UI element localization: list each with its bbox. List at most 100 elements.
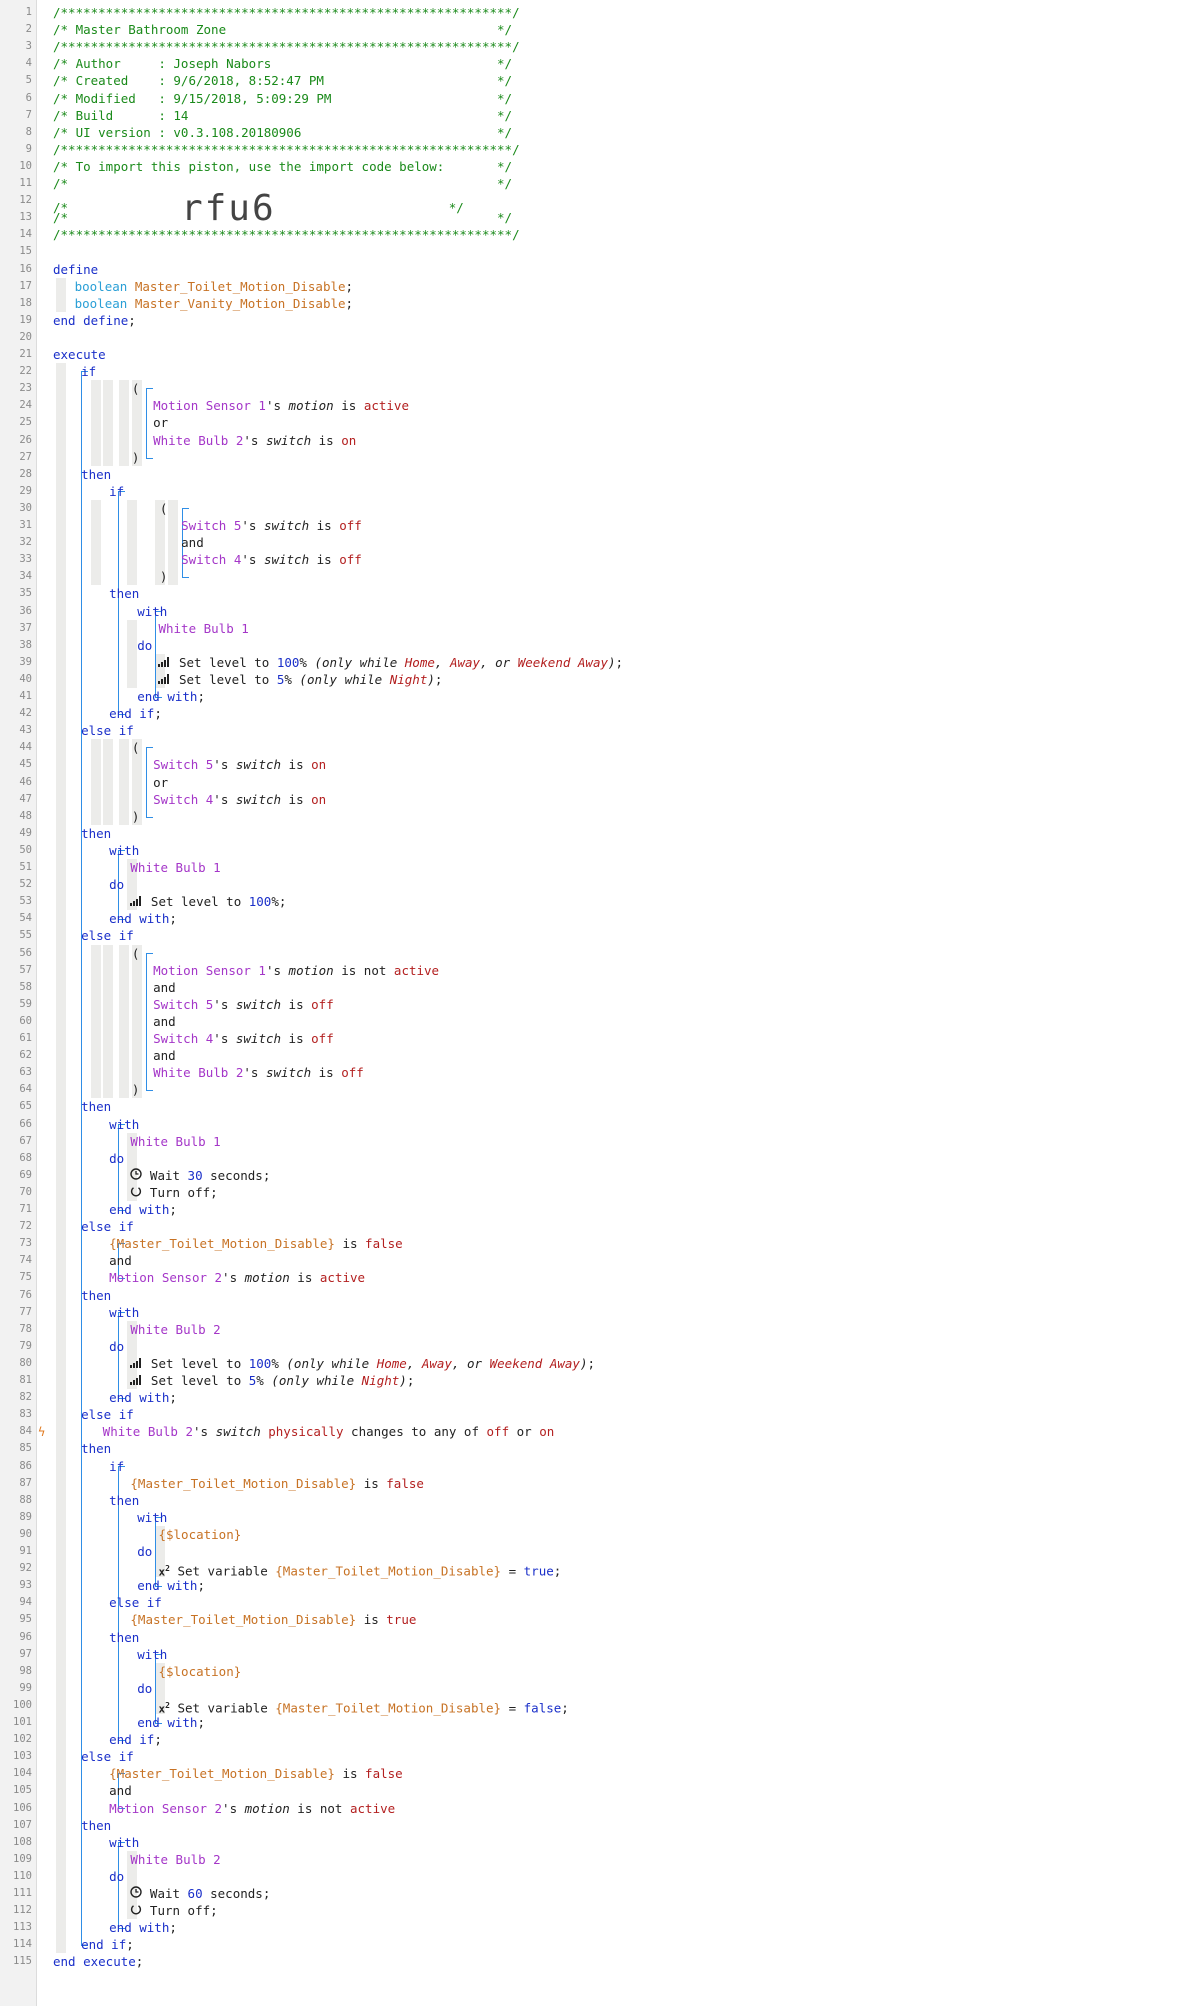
code-text[interactable]: {Master_Toilet_Motion_Disable} is true [130,1611,416,1628]
code-text[interactable]: ( [132,380,140,397]
code-line[interactable]: 45 Switch 5's switch is on [0,756,1178,773]
code-text[interactable]: end with; [137,688,205,705]
code-line[interactable]: 11 /* */ [0,175,1178,192]
code-line[interactable]: 60 and [0,1013,1178,1030]
code-text[interactable]: Switch 4's switch is on [153,791,326,808]
code-line[interactable]: 90 {$location} [0,1526,1178,1543]
code-line[interactable]: 23 ( [0,380,1178,397]
piston-code-editor[interactable]: 1 /**************************************… [0,0,1178,2006]
variable-ref[interactable]: {Master_Toilet_Motion_Disable} [109,1236,335,1251]
code-line[interactable]: 16 define [0,261,1178,278]
code-line[interactable]: 79 do [0,1338,1178,1355]
code-line[interactable]: 62 and [0,1047,1178,1064]
code-line[interactable]: 68 do [0,1150,1178,1167]
code-text[interactable]: and [153,1013,176,1030]
code-line[interactable]: 10 /* To import this piston, use the impo… [0,158,1178,175]
code-text[interactable]: White Bulb 2 [130,1321,220,1338]
code-text[interactable]: Set level to 5% (only while Night); [130,1372,414,1390]
code-text[interactable]: end with; [109,1389,177,1406]
code-text[interactable]: with [137,603,167,620]
device-ref[interactable]: Motion Sensor 2 [109,1270,222,1285]
code-line[interactable]: 104 {Master_Toilet_Motion_Disable} is fal… [0,1765,1178,1782]
code-line[interactable]: 77 with [0,1304,1178,1321]
code-line[interactable]: 88 then [0,1492,1178,1509]
device-ref[interactable]: Switch 5 [153,997,213,1012]
code-line[interactable]: 94 else if [0,1594,1178,1611]
code-text[interactable]: {Master_Toilet_Motion_Disable} is false [109,1235,403,1252]
code-text[interactable]: /* Master Bathroom Zone */ [53,21,512,38]
variable-ref[interactable]: Master_Toilet_Motion_Disable [135,279,346,294]
code-text[interactable]: /* */ [53,175,512,192]
code-line[interactable]: 67 White Bulb 1 [0,1133,1178,1150]
code-line[interactable]: 74 and [0,1252,1178,1269]
code-line[interactable]: 103 else if [0,1748,1178,1765]
code-text[interactable]: end if; [109,705,162,722]
code-text[interactable]: Switch 4's switch is off [181,551,362,568]
code-line[interactable]: 110 do [0,1868,1178,1885]
code-line[interactable]: 109 White Bulb 2 [0,1851,1178,1868]
code-line[interactable]: 106 Motion Sensor 2's motion is not activ… [0,1800,1178,1817]
code-line[interactable]: 102 end if; [0,1731,1178,1748]
code-text[interactable]: end with; [137,1577,205,1594]
code-text[interactable]: White Bulb 2's switch physically changes… [103,1423,555,1440]
code-line[interactable]: 85 then [0,1440,1178,1457]
code-line[interactable]: 21 execute [0,346,1178,363]
code-line[interactable]: 19 end define; [0,312,1178,329]
code-text[interactable]: ( [132,945,140,962]
code-line[interactable]: 99 do [0,1680,1178,1697]
code-line[interactable]: 81 Set level to 5% (only while Night); [0,1372,1178,1389]
code-text[interactable]: end with; [137,1714,205,1731]
code-text[interactable]: with [137,1646,167,1663]
code-text[interactable]: /***************************************… [53,38,520,55]
code-line[interactable]: 57 Motion Sensor 1's motion is not active [0,962,1178,979]
code-line[interactable]: 59 Switch 5's switch is off [0,996,1178,1013]
device-ref[interactable]: White Bulb 1 [158,621,248,636]
code-text[interactable]: Set level to 100% (only while Home, Away… [158,654,623,672]
code-line[interactable]: 22 if [0,363,1178,380]
code-line[interactable]: 73 {Master_Toilet_Motion_Disable} is fals… [0,1235,1178,1252]
code-text[interactable]: {Master_Toilet_Motion_Disable} is false [109,1765,403,1782]
code-text[interactable]: and [181,534,204,551]
code-text[interactable]: {$location} [158,1663,241,1680]
code-line[interactable]: 32 and [0,534,1178,551]
code-line[interactable]: 27) [0,449,1178,466]
code-text[interactable]: ( [132,739,140,756]
code-text[interactable]: White Bulb 2 [130,1851,220,1868]
code-line[interactable]: 50 with [0,842,1178,859]
code-line[interactable]: 25 or [0,414,1178,431]
code-line[interactable]: 82 end with; [0,1389,1178,1406]
code-line[interactable]: 34) [0,568,1178,585]
code-text[interactable]: Set level to 5% (only while Night); [158,671,442,689]
code-text[interactable]: and [109,1782,132,1799]
code-line[interactable]: 33 Switch 4's switch is off [0,551,1178,568]
code-text[interactable]: do [137,1543,152,1560]
code-text[interactable]: then [109,1629,139,1646]
code-text[interactable]: /* Modified : 9/15/2018, 5:09:29 PM */ [53,90,512,107]
code-line[interactable]: 56 ( [0,945,1178,962]
code-text[interactable]: then [81,1817,111,1834]
code-line[interactable]: 24 Motion Sensor 1's motion is active [0,397,1178,414]
code-text[interactable]: Set level to 100%; [130,893,286,911]
code-text[interactable]: then [81,466,111,483]
variable-ref[interactable]: {Master_Toilet_Motion_Disable} [130,1612,356,1627]
code-line[interactable]: 92 x2 Set variable {Master_Toilet_Motion_… [0,1560,1178,1579]
code-line[interactable]: 41 end with; [0,688,1178,705]
device-ref[interactable]: Motion Sensor 1 [153,398,266,413]
code-line[interactable]: 108 with [0,1834,1178,1851]
code-line[interactable]: 17 boolean Master_Toilet_Motion_Disable; [0,278,1178,295]
code-text[interactable]: Motion Sensor 2's motion is not active [109,1800,395,1817]
code-text[interactable]: then [81,1098,111,1115]
code-line[interactable]: 20 [0,329,1178,346]
code-text[interactable]: do [137,637,152,654]
device-ref[interactable]: Switch 5 [181,518,241,533]
code-line[interactable]: 72 else if [0,1218,1178,1235]
code-line[interactable]: 70 Turn off; [0,1184,1178,1201]
code-line[interactable]: 44 ( [0,739,1178,756]
code-line[interactable]: 9 /**************************************… [0,141,1178,158]
code-line[interactable]: 80 Set level to 100% (only while Home, A… [0,1355,1178,1372]
code-line[interactable]: 18 boolean Master_Vanity_Motion_Disable; [0,295,1178,312]
code-text[interactable]: /* Created : 9/6/2018, 8:52:47 PM */ [53,72,512,89]
code-text[interactable]: else if [81,1406,134,1423]
code-text[interactable]: then [81,1287,111,1304]
code-line[interactable]: 30 ( [0,500,1178,517]
